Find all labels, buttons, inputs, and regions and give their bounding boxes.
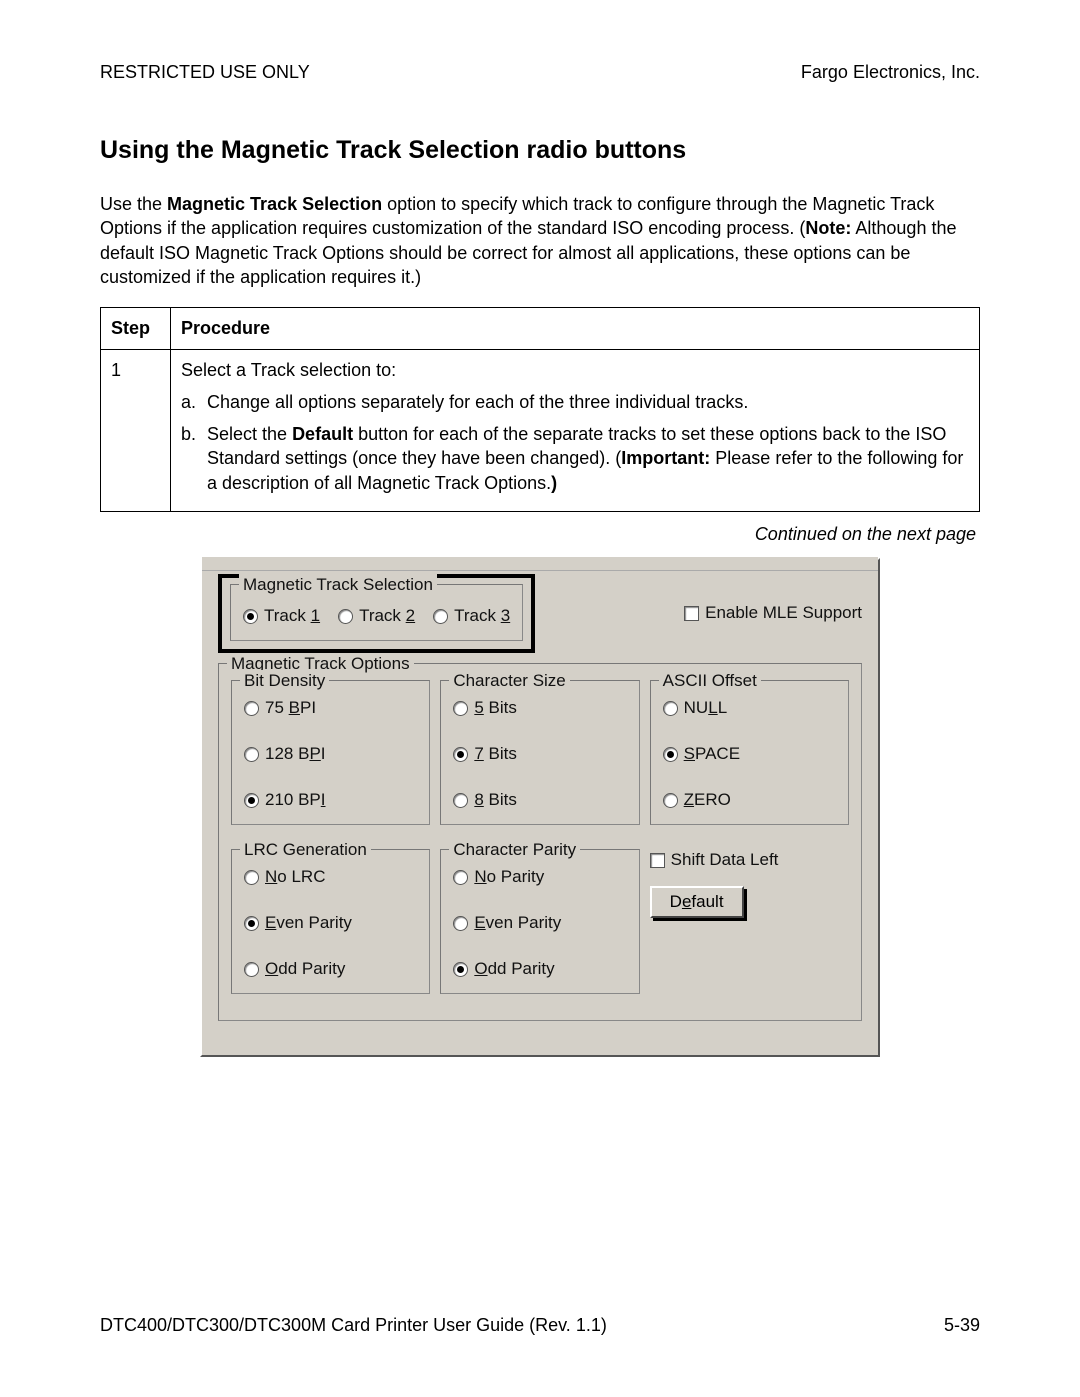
page-title: Using the Magnetic Track Selection radio…: [100, 134, 980, 168]
mark-a: a.: [181, 390, 207, 414]
radio-space[interactable]: SPACE: [663, 743, 836, 766]
radio-7bits[interactable]: 7 Bits: [453, 743, 626, 766]
char-parity-legend: Character Parity: [449, 839, 580, 862]
radio-no-lrc[interactable]: No LRC: [244, 866, 417, 889]
proc-intro: Select a Track selection to:: [181, 358, 969, 382]
header-left: RESTRICTED USE ONLY: [100, 60, 310, 84]
b-bold1: Default: [292, 424, 353, 444]
ascii-offset-legend: ASCII Offset: [659, 670, 761, 693]
proc-item-b: b. Select the Default button for each of…: [181, 422, 969, 495]
track-options-group: Magnetic Track Options Bit Density 75 BP…: [218, 663, 862, 1020]
bit-density-group: Bit Density 75 BPI 128 BPI 210 BPI: [231, 680, 430, 825]
radio-parity-odd[interactable]: Odd Parity: [453, 958, 626, 981]
radio-lrc-even[interactable]: Even Parity: [244, 912, 417, 935]
intro-bold2: Note:: [805, 218, 851, 238]
step-number: 1: [101, 349, 171, 511]
lrc-group: LRC Generation No LRC Even Parity Odd Pa…: [231, 849, 430, 994]
b-open: (: [610, 448, 621, 468]
th-procedure: Procedure: [171, 308, 980, 349]
radio-track1[interactable]: Track 1: [243, 605, 320, 628]
footer-right: 5-39: [944, 1313, 980, 1337]
char-size-group: Character Size 5 Bits 7 Bits 8 Bits: [440, 680, 639, 825]
b-close: ): [551, 473, 557, 493]
radio-5bits[interactable]: 5 Bits: [453, 697, 626, 720]
lrc-legend: LRC Generation: [240, 839, 371, 862]
text-b: Select the Default button for each of th…: [207, 422, 969, 495]
mark-b: b.: [181, 422, 207, 495]
char-parity-group: Character Parity No Parity Even Parity O…: [440, 849, 639, 994]
header-right: Fargo Electronics, Inc.: [801, 60, 980, 84]
shift-left-label: Shift Data Left: [671, 849, 779, 872]
radio-no-parity[interactable]: No Parity: [453, 866, 626, 889]
radio-128bpi[interactable]: 128 BPI: [244, 743, 417, 766]
b-pre: Select the: [207, 424, 292, 444]
char-size-legend: Character Size: [449, 670, 569, 693]
radio-75bpi[interactable]: 75 BPI: [244, 697, 417, 720]
checkbox-enable-mle[interactable]: Enable MLE Support: [684, 602, 862, 625]
tabstrip: [202, 557, 878, 571]
radio-210bpi[interactable]: 210 BPI: [244, 789, 417, 812]
footer-left: DTC400/DTC300/DTC300M Card Printer User …: [100, 1313, 607, 1337]
radio-8bits[interactable]: 8 Bits: [453, 789, 626, 812]
track-selection-legend: Magnetic Track Selection: [239, 574, 437, 597]
ascii-offset-group: ASCII Offset NULL SPACE ZERO: [650, 680, 849, 825]
b-bold2: Important:: [621, 448, 710, 468]
procedure-table: Step Procedure 1 Select a Track selectio…: [100, 307, 980, 512]
intro-pre: Use the: [100, 194, 167, 214]
radio-track2[interactable]: Track 2: [338, 605, 415, 628]
bit-density-legend: Bit Density: [240, 670, 329, 693]
radio-zero[interactable]: ZERO: [663, 789, 836, 812]
intro-paragraph: Use the Magnetic Track Selection option …: [100, 192, 980, 289]
intro-bold1: Magnetic Track Selection: [167, 194, 382, 214]
procedure-cell: Select a Track selection to: a. Change a…: [171, 349, 980, 511]
radio-parity-even[interactable]: Even Parity: [453, 912, 626, 935]
track-selection-highlight: Magnetic Track Selection Track 1 Track 2: [218, 574, 535, 653]
radio-lrc-odd[interactable]: Odd Parity: [244, 958, 417, 981]
proc-item-a: a. Change all options separately for eac…: [181, 390, 969, 414]
dialog-panel: Magnetic Track Selection Track 1 Track 2: [200, 558, 880, 1056]
text-a: Change all options separately for each o…: [207, 390, 748, 414]
enable-mle-label: Enable MLE Support: [705, 602, 862, 625]
continued-note: Continued on the next page: [100, 522, 976, 546]
radio-null[interactable]: NULL: [663, 697, 836, 720]
checkbox-shift-left[interactable]: Shift Data Left: [650, 849, 779, 872]
default-button[interactable]: Default: [650, 886, 744, 918]
radio-track3[interactable]: Track 3: [433, 605, 510, 628]
th-step: Step: [101, 308, 171, 349]
